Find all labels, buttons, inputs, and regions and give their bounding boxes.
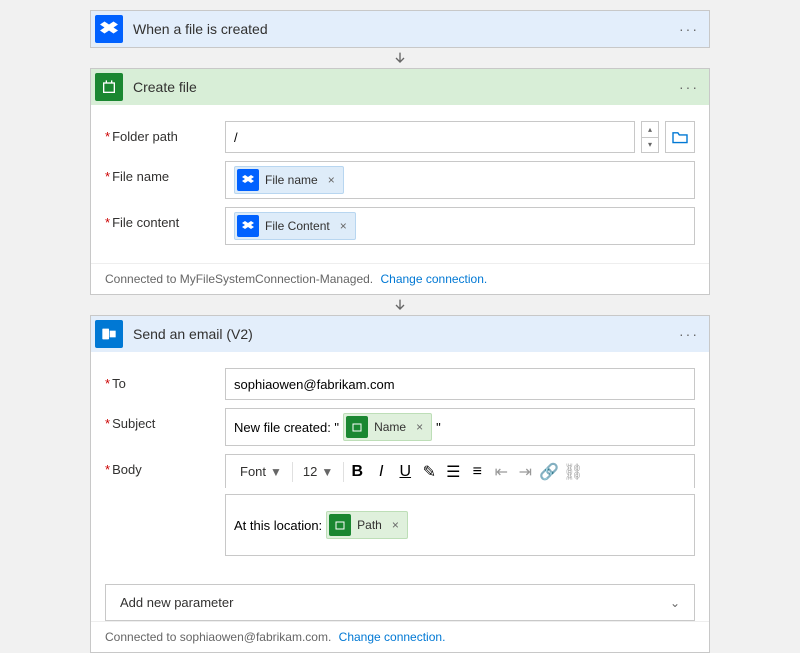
- change-connection-link[interactable]: Change connection.: [380, 272, 487, 286]
- folder-path-input[interactable]: [225, 121, 635, 153]
- number-list-icon[interactable]: ≡: [466, 461, 488, 483]
- trigger-title: When a file is created: [133, 21, 679, 37]
- font-dropdown[interactable]: Font▼: [232, 462, 290, 481]
- remove-token-icon[interactable]: ×: [324, 173, 339, 187]
- trigger-header[interactable]: When a file is created ···: [91, 11, 709, 47]
- dropbox-icon: [237, 169, 259, 191]
- highlight-icon[interactable]: ✎: [418, 461, 440, 483]
- italic-icon[interactable]: I: [370, 461, 392, 483]
- body-input[interactable]: At this location: Path ×: [225, 494, 695, 556]
- underline-icon[interactable]: U: [394, 461, 416, 483]
- filesystem-icon: [329, 514, 351, 536]
- to-value[interactable]: [234, 377, 686, 392]
- outdent-icon[interactable]: ⇤: [490, 461, 512, 483]
- send-email-header[interactable]: Send an email (V2) ···: [91, 316, 709, 352]
- create-file-title: Create file: [133, 79, 679, 95]
- indent-icon[interactable]: ⇥: [514, 461, 536, 483]
- connection-footer: Connected to MyFileSystemConnection-Mana…: [91, 263, 709, 294]
- arrow-icon: [90, 295, 710, 315]
- link-icon[interactable]: 🔗: [538, 461, 560, 483]
- send-email-card: Send an email (V2) ··· *To *Subject New …: [90, 315, 710, 653]
- folder-stepper[interactable]: ▴▾: [641, 121, 659, 153]
- folder-path-label: *Folder path: [105, 121, 225, 144]
- browse-folder-button[interactable]: [665, 121, 695, 153]
- file-name-label: *File name: [105, 161, 225, 184]
- to-input[interactable]: [225, 368, 695, 400]
- menu-icon[interactable]: ···: [679, 79, 699, 95]
- menu-icon[interactable]: ···: [679, 326, 699, 342]
- arrow-icon: [90, 48, 710, 68]
- to-label: *To: [105, 368, 225, 391]
- menu-icon[interactable]: ···: [679, 21, 699, 37]
- token-file-name[interactable]: File name ×: [234, 166, 344, 194]
- change-connection-link[interactable]: Change connection.: [339, 630, 446, 644]
- file-content-label: *File content: [105, 207, 225, 230]
- send-email-title: Send an email (V2): [133, 326, 679, 342]
- dropbox-icon: [95, 15, 123, 43]
- bullet-list-icon[interactable]: ☰: [442, 461, 464, 483]
- chevron-down-icon: ⌄: [670, 596, 680, 610]
- create-file-card: Create file ··· *Folder path ▴▾ *File na…: [90, 68, 710, 295]
- connection-footer: Connected to sophiaowen@fabrikam.com. Ch…: [91, 621, 709, 652]
- token-path[interactable]: Path ×: [326, 511, 408, 539]
- remove-token-icon[interactable]: ×: [388, 518, 403, 532]
- unlink-icon[interactable]: ⛓: [562, 461, 584, 483]
- token-file-content[interactable]: File Content ×: [234, 212, 356, 240]
- remove-token-icon[interactable]: ×: [336, 219, 351, 233]
- filesystem-icon: [346, 416, 368, 438]
- outlook-icon: [95, 320, 123, 348]
- remove-token-icon[interactable]: ×: [412, 420, 427, 434]
- filesystem-icon: [95, 73, 123, 101]
- body-label: *Body: [105, 454, 225, 477]
- file-name-input[interactable]: File name ×: [225, 161, 695, 199]
- rich-text-toolbar: Font▼ 12▼ B I U ✎ ☰ ≡ ⇤ ⇥ 🔗 ⛓: [225, 454, 695, 488]
- subject-input[interactable]: New file created: " Name × ": [225, 408, 695, 446]
- add-parameter-dropdown[interactable]: Add new parameter⌄: [105, 584, 695, 621]
- file-content-input[interactable]: File Content ×: [225, 207, 695, 245]
- dropbox-icon: [237, 215, 259, 237]
- bold-icon[interactable]: B: [346, 461, 368, 483]
- create-file-header[interactable]: Create file ···: [91, 69, 709, 105]
- size-dropdown[interactable]: 12▼: [295, 462, 341, 481]
- subject-label: *Subject: [105, 408, 225, 431]
- token-name[interactable]: Name ×: [343, 413, 432, 441]
- folder-path-value[interactable]: [234, 130, 626, 145]
- trigger-card: When a file is created ···: [90, 10, 710, 48]
